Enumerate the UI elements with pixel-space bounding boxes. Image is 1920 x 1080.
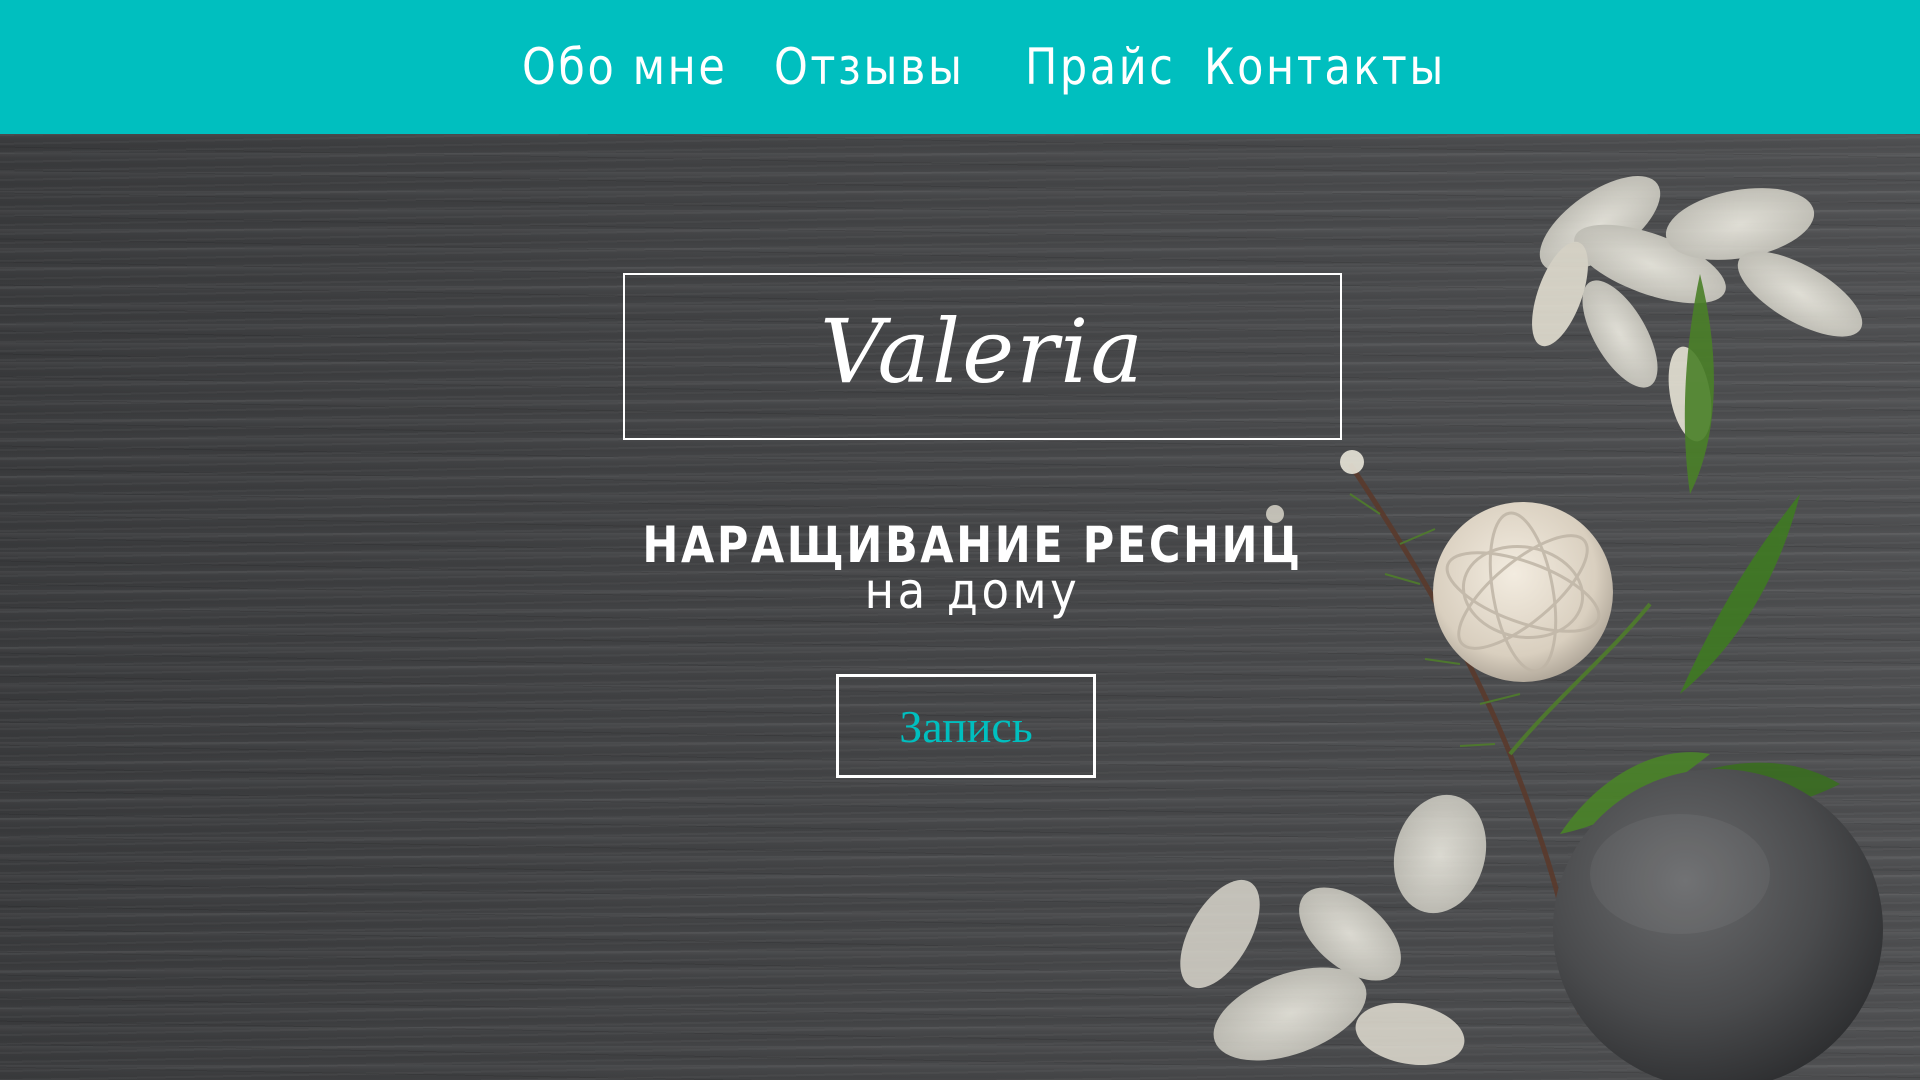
nav-link-price[interactable]: Прайс: [1025, 36, 1175, 98]
brand-logo-text: Valeria: [820, 300, 1145, 403]
booking-button[interactable]: Запись: [836, 674, 1096, 778]
wicker-ball-icon: [1433, 502, 1613, 682]
landing-page: Обо мне Отзывы Прайс Контакты Valeria НА…: [0, 0, 1920, 1080]
top-navigation-bar: Обо мне Отзывы Прайс Контакты: [0, 0, 1920, 134]
hero-subheadline: на дому: [864, 562, 1081, 620]
logo-frame: Valeria: [623, 273, 1342, 440]
flower-bottom-icon: [1180, 794, 1487, 1066]
nav-link-contacts[interactable]: Контакты: [1204, 36, 1446, 98]
stone-icon: [1553, 769, 1883, 1080]
nav-link-about[interactable]: Обо мне: [522, 36, 727, 98]
nav-link-reviews[interactable]: Отзывы: [774, 36, 964, 98]
